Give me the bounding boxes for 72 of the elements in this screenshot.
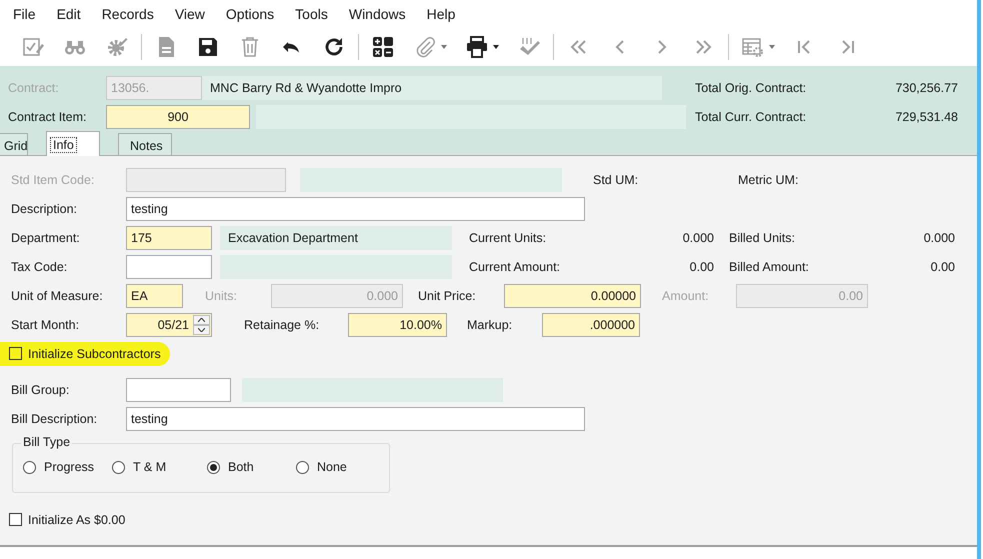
menu-item[interactable]: Records bbox=[100, 4, 155, 24]
menu-item[interactable]: View bbox=[174, 4, 206, 24]
field-label: Unit of Measure: bbox=[11, 288, 104, 302]
checkbox[interactable] bbox=[9, 347, 22, 360]
field-label: Bill Group: bbox=[11, 382, 70, 396]
field-label: Total Orig. Contract: bbox=[695, 80, 808, 94]
input-field[interactable]: 0.00000 bbox=[504, 284, 641, 308]
field-label: Tax Code: bbox=[11, 260, 68, 274]
tab[interactable]: Notes bbox=[118, 133, 172, 155]
input-field[interactable]: EA bbox=[126, 284, 183, 308]
checkbox-label: Initialize Subcontractors bbox=[28, 346, 161, 360]
input-field[interactable]: 05/21 bbox=[126, 312, 212, 336]
radio-button[interactable] bbox=[112, 460, 125, 474]
field-label: Billed Amount: bbox=[729, 260, 810, 274]
caret-icon[interactable] bbox=[493, 45, 499, 49]
field-label: Billed Units: bbox=[729, 230, 796, 244]
field-label: Bill Description: bbox=[11, 412, 98, 426]
input-field[interactable]: 900 bbox=[106, 104, 250, 128]
field-value: 0.000 bbox=[682, 230, 714, 244]
field-label: Markup: bbox=[467, 318, 514, 332]
checkbox[interactable] bbox=[9, 513, 22, 526]
checkbox-label: Initialize As $0.00 bbox=[28, 512, 126, 526]
down-caret-icon[interactable] bbox=[198, 328, 205, 332]
radio-label: Progress bbox=[44, 460, 94, 474]
field-label: Total Curr. Contract: bbox=[695, 110, 808, 124]
radio-button[interactable] bbox=[207, 460, 220, 474]
menu-item[interactable]: Windows bbox=[348, 4, 407, 24]
field-label: Description: bbox=[11, 202, 78, 216]
tab[interactable]: Info bbox=[46, 131, 100, 156]
radio-label: Both bbox=[228, 460, 254, 474]
input-field[interactable] bbox=[126, 254, 212, 278]
field-value: 730,256.77 bbox=[894, 80, 958, 94]
radio-button[interactable] bbox=[296, 460, 309, 474]
description-field: Excavation Department bbox=[220, 226, 452, 250]
spin-down-button[interactable] bbox=[193, 324, 210, 334]
radio-label: None bbox=[317, 460, 347, 474]
input-field[interactable]: 175 bbox=[126, 226, 212, 250]
input-field[interactable] bbox=[126, 378, 231, 402]
field-label: Units: bbox=[205, 288, 238, 302]
field-label: Std Item Code: bbox=[11, 172, 96, 186]
input-field[interactable]: testing bbox=[126, 196, 585, 220]
menu-item[interactable]: Options bbox=[224, 4, 276, 24]
field-label: Metric UM: bbox=[738, 172, 798, 186]
field-label: Unit Price: bbox=[418, 288, 477, 302]
menu-item[interactable]: Edit bbox=[56, 4, 82, 24]
field-label: Current Units: bbox=[469, 230, 548, 244]
field-value: 729,531.48 bbox=[894, 110, 958, 124]
menu-item[interactable]: Help bbox=[426, 4, 456, 24]
up-caret-icon[interactable] bbox=[198, 318, 205, 322]
field-label: Retainage %: bbox=[244, 318, 320, 332]
field-label: Current Amount: bbox=[469, 260, 562, 274]
tab[interactable]: Grid bbox=[0, 133, 28, 155]
input-field[interactable]: 10.00% bbox=[348, 312, 447, 336]
radio-label: T & M bbox=[133, 460, 166, 474]
group-title: Bill Type bbox=[21, 435, 72, 449]
description-field: MNC Barry Rd & Wyandotte Impro bbox=[202, 76, 662, 100]
radio-button[interactable] bbox=[23, 460, 36, 474]
field-label: Amount: bbox=[662, 288, 710, 302]
field-label: Start Month: bbox=[11, 318, 80, 332]
field-label: Contract: bbox=[8, 80, 60, 94]
field-label: Contract Item: bbox=[8, 110, 88, 124]
input-field[interactable]: .000000 bbox=[542, 312, 640, 336]
input-field[interactable]: testing bbox=[126, 406, 585, 430]
menu-item[interactable]: Tools bbox=[294, 4, 329, 24]
field-value: 0.000 bbox=[922, 230, 955, 244]
menu-item[interactable]: File bbox=[12, 4, 37, 24]
field-value: 0.00 bbox=[930, 260, 955, 274]
field-value: 0.00 bbox=[688, 260, 714, 274]
printer-icon[interactable] bbox=[465, 35, 489, 59]
field-label: Department: bbox=[11, 230, 81, 244]
field-label: Std UM: bbox=[593, 172, 640, 186]
spin-up-button[interactable] bbox=[193, 314, 210, 324]
